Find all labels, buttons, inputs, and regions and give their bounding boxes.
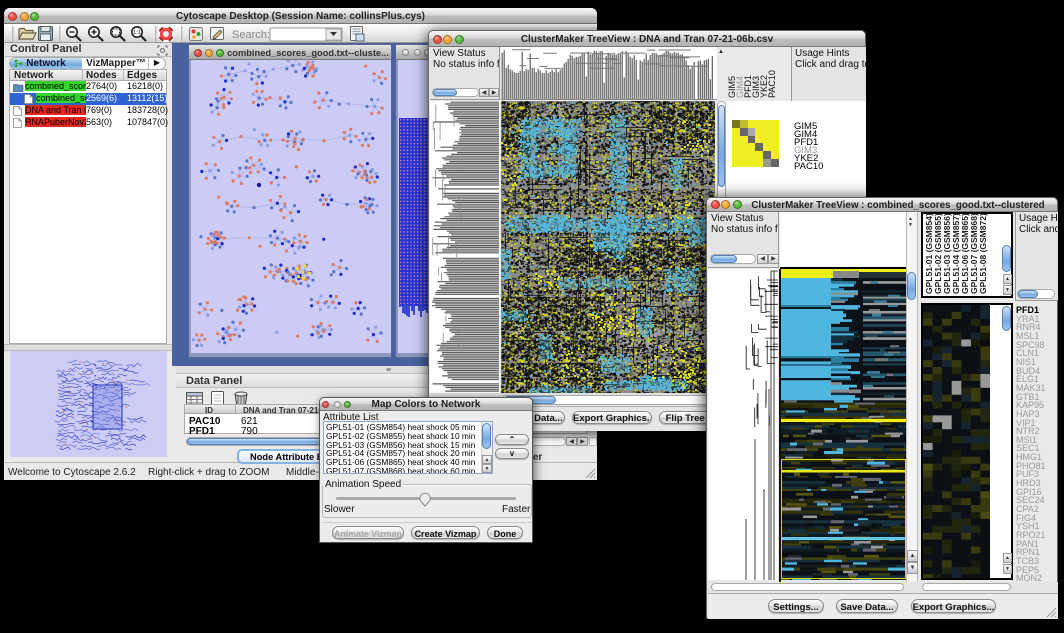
svg-text:PAC10: PAC10 [767, 70, 777, 98]
svg-text:GPL51-08 (GSM872): GPL51-08 (GSM872) [978, 214, 988, 294]
svg-text:Search:: Search: [232, 29, 270, 41]
svg-text:1:1: 1:1 [133, 30, 141, 36]
